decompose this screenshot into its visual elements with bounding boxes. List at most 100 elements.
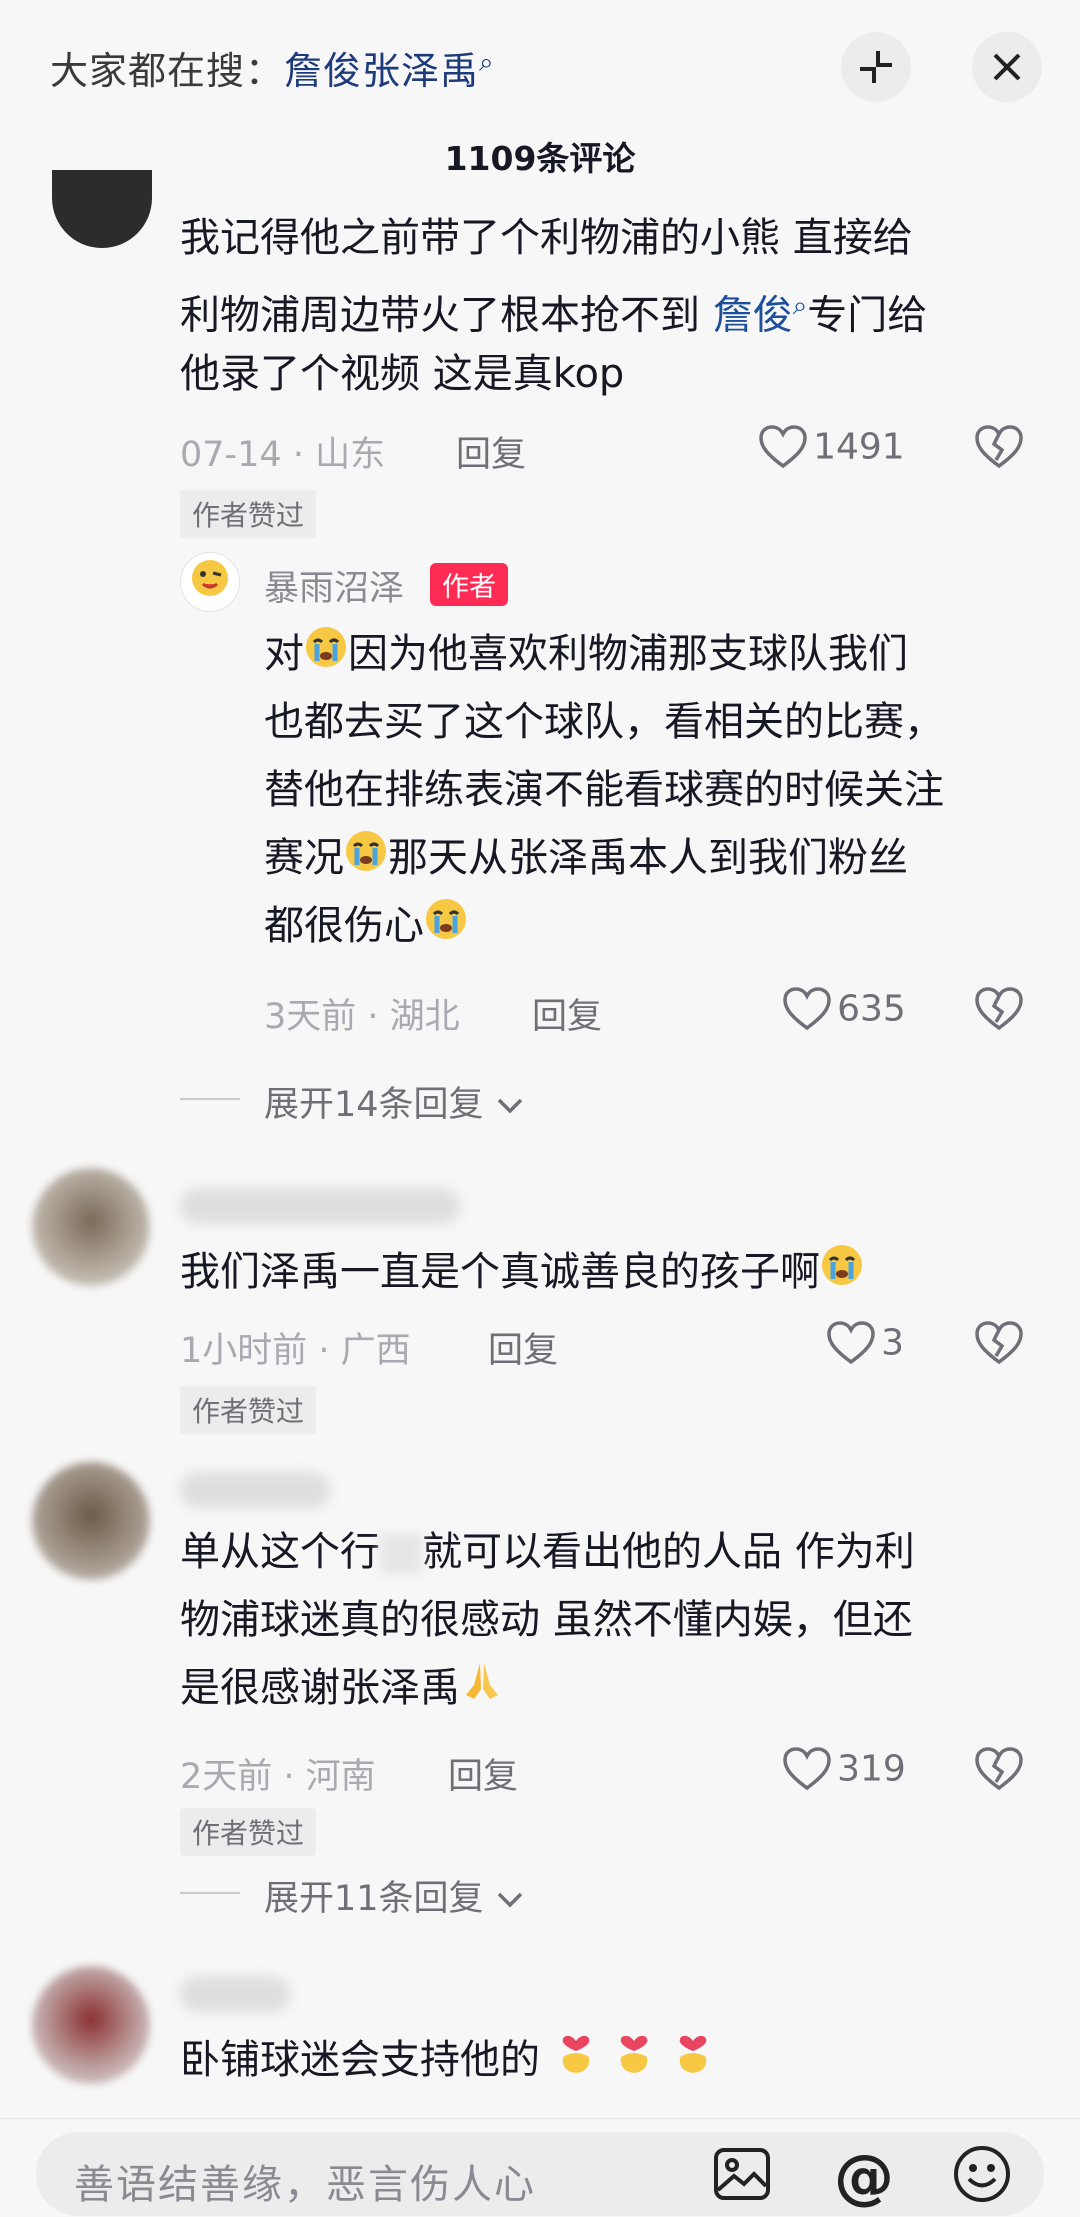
reply-text-line: 赛况 那天从张泽禹本人到我们粉丝 bbox=[264, 824, 908, 894]
close-icon bbox=[993, 53, 1021, 81]
blurred-character bbox=[380, 1534, 422, 1574]
username-blurred[interactable] bbox=[180, 1188, 460, 1224]
avatar[interactable] bbox=[32, 1462, 150, 1580]
author-liked-badge: 作者赞过 bbox=[180, 490, 317, 538]
like-count: 635 bbox=[837, 988, 906, 1030]
reply-button[interactable]: 回复 bbox=[456, 426, 526, 477]
comment-count-title: 1109条评论 bbox=[444, 139, 636, 178]
divider bbox=[180, 1098, 240, 1100]
reply-date: 3天前 bbox=[264, 997, 357, 1037]
username-blurred[interactable] bbox=[180, 1472, 330, 1508]
comment-meta: 2天前 · 河南 bbox=[180, 1757, 376, 1797]
mention-link[interactable]: 詹俊 bbox=[713, 292, 793, 338]
comment-text-line: 利物浦周边带火了根本抢不到 詹俊⌕专门给 bbox=[180, 272, 927, 349]
finger-heart-emoji-icon bbox=[670, 2027, 716, 2098]
username-blurred[interactable] bbox=[180, 1976, 290, 2012]
heart-icon bbox=[783, 987, 831, 1031]
comment-text-segment: 单从这个行 bbox=[180, 1529, 380, 1575]
collapse-button[interactable] bbox=[841, 32, 911, 102]
comment-text-segment: 是很感谢张泽禹 bbox=[180, 1665, 460, 1711]
search-suggestion[interactable]: 大家都在搜：詹俊张泽禹⌕ bbox=[50, 40, 495, 95]
comment-input-placeholder: 善语结善缘，恶言伤人心 bbox=[74, 2162, 536, 2208]
comment-meta: 1小时前 · 广西 bbox=[180, 1331, 411, 1371]
comment-text-line: 卧铺球迷会支持他的 bbox=[180, 2026, 716, 2098]
image-button[interactable] bbox=[712, 2146, 772, 2206]
broken-heart-icon bbox=[975, 987, 1023, 1031]
reply-text-segment: 因为他喜欢利物浦那支球队我们 bbox=[348, 631, 908, 677]
reply-text-line: 也都去买了这个球队，看相关的比赛， bbox=[264, 699, 944, 745]
comment-meta: 07-14 · 山东 bbox=[180, 435, 386, 475]
crying-emoji-icon bbox=[304, 622, 348, 690]
comment-text-line: 他录了个视频 这是真kop bbox=[180, 351, 625, 397]
expand-replies-button[interactable]: 展开11条回复 bbox=[264, 1870, 525, 1921]
expand-replies-label: 展开11条回复 bbox=[264, 1879, 484, 1919]
smiley-icon bbox=[954, 2146, 1010, 2202]
emoji-button[interactable] bbox=[952, 2144, 1012, 2208]
avatar[interactable] bbox=[32, 1168, 150, 1286]
avatar[interactable] bbox=[32, 1966, 150, 2084]
praying-hands-emoji-icon bbox=[460, 1656, 504, 1724]
like-count: 1491 bbox=[813, 426, 905, 468]
comment-text-segment: 就可以看出他的人品 作为利 bbox=[422, 1529, 915, 1575]
comment-date: 07-14 bbox=[180, 435, 282, 475]
reply-username[interactable]: 暴雨沼泽 bbox=[264, 560, 404, 611]
comment-location: 河南 bbox=[305, 1757, 376, 1797]
reply-text-line: 对因为他喜欢利物浦那支球队我们 bbox=[264, 620, 908, 690]
mention-button[interactable]: @ bbox=[834, 2142, 894, 2212]
comment-text-segment: 专门给 bbox=[807, 292, 928, 339]
search-prefix: 大家都在搜： bbox=[50, 49, 285, 93]
like-button[interactable]: 3 bbox=[826, 1320, 904, 1366]
like-button[interactable]: 319 bbox=[782, 1746, 906, 1792]
comment-location: 山东 bbox=[315, 435, 386, 475]
avatar[interactable] bbox=[180, 552, 240, 612]
comment-location: 广西 bbox=[340, 1331, 411, 1371]
author-liked-badge: 作者赞过 bbox=[180, 1386, 317, 1434]
reply-button[interactable]: 回复 bbox=[448, 1748, 518, 1799]
dislike-button[interactable] bbox=[974, 1320, 1024, 1370]
comment-text-segment: 我们泽禹一直是个真诚善良的孩子啊 bbox=[180, 1249, 820, 1295]
like-button[interactable]: 635 bbox=[782, 986, 906, 1032]
expand-replies-label: 展开14条回复 bbox=[264, 1085, 484, 1125]
like-count: 3 bbox=[881, 1322, 904, 1364]
author-liked-badge: 作者赞过 bbox=[180, 1808, 317, 1856]
finger-heart-emoji-icon bbox=[553, 2027, 599, 2098]
comment-text-line: 我们泽禹一直是个真诚善良的孩子啊 bbox=[180, 1238, 864, 1308]
heart-icon bbox=[783, 1747, 831, 1791]
reply-button[interactable]: 回复 bbox=[532, 988, 602, 1039]
comment-text-line: 单从这个行 就可以看出他的人品 作为利 bbox=[180, 1518, 915, 1586]
crying-emoji-icon bbox=[820, 1240, 864, 1308]
dislike-button[interactable] bbox=[974, 1746, 1024, 1796]
reply-text-line: 都很伤心 bbox=[264, 892, 468, 962]
chevron-down-icon bbox=[497, 1892, 522, 1908]
finger-heart-emoji-icon bbox=[611, 2027, 657, 2098]
search-icon: ⌕ bbox=[792, 291, 808, 321]
reply-text-segment: 都很伤心 bbox=[264, 903, 424, 949]
comment-date: 1小时前 bbox=[180, 1331, 308, 1371]
reply-text-segment: 赛况 bbox=[264, 835, 344, 881]
comment-text-line: 我记得他之前带了个利物浦的小熊 直接给 bbox=[180, 215, 913, 261]
close-button[interactable] bbox=[972, 32, 1042, 102]
reply-button[interactable]: 回复 bbox=[488, 1322, 558, 1373]
broken-heart-icon bbox=[975, 425, 1023, 469]
expand-replies-button[interactable]: 展开14条回复 bbox=[264, 1076, 525, 1127]
reply-meta: 3天前 · 湖北 bbox=[264, 997, 460, 1037]
chevron-down-icon bbox=[497, 1098, 522, 1114]
like-button[interactable]: 1491 bbox=[758, 424, 905, 470]
comment-text-line: 是很感谢张泽禹 bbox=[180, 1654, 504, 1724]
comment-text-segment: 利物浦周边带火了根本抢不到 bbox=[180, 292, 713, 339]
like-count: 319 bbox=[837, 1748, 906, 1790]
author-tag: 作者 bbox=[430, 563, 508, 606]
divider bbox=[180, 1892, 240, 1894]
heart-icon bbox=[827, 1321, 875, 1365]
search-icon: ⌕ bbox=[479, 47, 495, 78]
comment-text-segment: 卧铺球迷会支持他的 bbox=[180, 2037, 540, 2083]
dislike-button[interactable] bbox=[974, 986, 1024, 1036]
broken-heart-icon bbox=[975, 1747, 1023, 1791]
search-term-link[interactable]: 詹俊张泽禹 bbox=[284, 49, 479, 93]
collapse-icon bbox=[860, 51, 892, 83]
crying-emoji-icon bbox=[424, 894, 468, 962]
dislike-button[interactable] bbox=[974, 424, 1024, 474]
emoji-avatar-icon bbox=[192, 560, 228, 596]
avatar[interactable] bbox=[52, 170, 152, 248]
heart-icon bbox=[759, 425, 807, 469]
